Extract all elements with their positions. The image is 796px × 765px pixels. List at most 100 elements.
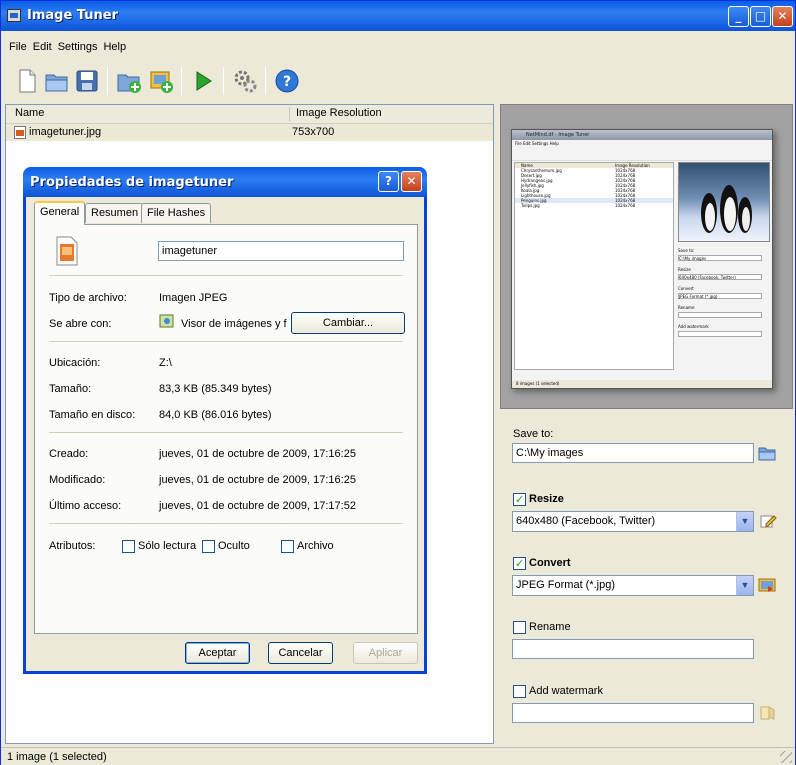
- preview-mini-field: [678, 312, 762, 318]
- chevron-down-icon[interactable]: ▼: [736, 512, 753, 531]
- penguins-thumbnail: [678, 162, 770, 242]
- preview-mini-label: Resize: [678, 267, 691, 272]
- preview-image: NetMind.df - Image Tuner File Edit Setti…: [511, 129, 773, 389]
- archive-label: Archivo: [297, 540, 334, 552]
- rename-field[interactable]: [512, 639, 754, 659]
- image-preview: NetMind.df - Image Tuner File Edit Setti…: [500, 104, 793, 409]
- add-folder-icon[interactable]: [115, 67, 143, 95]
- size-on-disk-value: 84,0 KB (86.016 bytes): [159, 409, 272, 421]
- list-item[interactable]: imagetuner.jpg 753x700: [6, 124, 493, 141]
- open-folder-icon[interactable]: [43, 67, 71, 95]
- preview-mini-label: Convert: [678, 286, 694, 291]
- save-icon[interactable]: [73, 67, 101, 95]
- save-to-label: Save to:: [513, 428, 554, 440]
- toolbar-separator: [265, 67, 266, 95]
- opens-with-value: Visor de imágenes y f: [181, 318, 287, 330]
- toolbar-separator: [181, 67, 182, 95]
- accessed-label: Último acceso:: [49, 500, 122, 512]
- chevron-down-icon[interactable]: ▼: [736, 576, 753, 595]
- new-icon[interactable]: [13, 67, 41, 95]
- dialog-title-bar[interactable]: Propiedades de imagetuner ? ✕: [23, 167, 427, 197]
- preview-mini-list: Name Image Resolution Chrysanthemum.jpg 10…: [514, 162, 674, 370]
- convert-checkbox[interactable]: ✓: [513, 557, 526, 570]
- resize-select[interactable]: 640x480 (Facebook, Twitter) ▼: [512, 511, 754, 532]
- convert-select-value: JPEG Format (*.jpg): [516, 579, 616, 591]
- toolbar-separator: [223, 67, 224, 95]
- dialog-help-button[interactable]: ?: [378, 171, 399, 192]
- resize-label: Resize: [529, 493, 564, 505]
- general-tab-panel: imagetuner Tipo de archivo: Imagen JPEG …: [34, 224, 418, 634]
- tab-resumen[interactable]: Resumen: [85, 203, 145, 223]
- maximize-button[interactable]: □: [750, 6, 771, 27]
- column-name[interactable]: Name: [15, 107, 44, 119]
- properties-dialog: Propiedades de imagetuner ? ✕ General Re…: [23, 167, 427, 674]
- menu-edit[interactable]: Edit: [30, 39, 55, 53]
- close-button[interactable]: ✕: [772, 6, 793, 27]
- ok-button[interactable]: Aceptar: [185, 642, 250, 664]
- jpeg-file-icon: [14, 126, 26, 139]
- preview-mini-title: NetMind.df - Image Tuner: [512, 130, 772, 140]
- save-to-field[interactable]: C:\My images: [512, 443, 754, 463]
- dialog-title: Propiedades de imagetuner: [30, 175, 234, 190]
- readonly-checkbox[interactable]: [122, 540, 135, 553]
- svg-text:?: ?: [283, 74, 291, 90]
- settings-gear-icon[interactable]: [231, 67, 259, 95]
- modified-value: jueves, 01 de octubre de 2009, 17:16:25: [159, 474, 356, 486]
- convert-label: Convert: [529, 557, 571, 569]
- run-icon[interactable]: [189, 67, 217, 95]
- help-icon[interactable]: ?: [273, 67, 301, 95]
- tab-general[interactable]: General: [34, 201, 86, 225]
- app-icon: [7, 9, 21, 22]
- browse-folder-icon[interactable]: [758, 445, 776, 461]
- modified-label: Modificado:: [49, 474, 106, 486]
- list-header: Name Image Resolution: [6, 105, 493, 124]
- format-settings-icon[interactable]: [758, 577, 776, 593]
- watermark-icon[interactable]: [758, 705, 776, 721]
- preview-mini-label: Rename: [678, 305, 695, 310]
- status-bar: 1 image (1 selected): [1, 747, 795, 765]
- image-viewer-icon: [159, 314, 174, 328]
- window-title: Image Tuner: [27, 8, 118, 23]
- preview-mini-label: Save to:: [678, 248, 695, 253]
- status-text: 1 image (1 selected): [7, 751, 107, 763]
- edit-pencil-icon[interactable]: [759, 513, 777, 529]
- opens-with-label: Se abre con:: [49, 318, 112, 330]
- menu-settings[interactable]: Settings: [55, 39, 101, 53]
- resize-grip[interactable]: [780, 751, 792, 763]
- hidden-label: Oculto: [218, 540, 250, 552]
- created-value: jueves, 01 de octubre de 2009, 17:16:25: [159, 448, 356, 460]
- column-image-resolution[interactable]: Image Resolution: [296, 107, 382, 119]
- menu-file[interactable]: File: [1, 39, 30, 53]
- size-label: Tamaño:: [49, 383, 92, 395]
- filename-field[interactable]: imagetuner: [158, 241, 404, 261]
- add-image-icon[interactable]: [147, 67, 175, 95]
- type-value: Imagen JPEG: [159, 292, 228, 304]
- rename-checkbox[interactable]: [513, 621, 526, 634]
- cancel-button[interactable]: Cancelar: [268, 642, 333, 664]
- location-label: Ubicación:: [49, 357, 101, 369]
- created-label: Creado:: [49, 448, 89, 460]
- tab-file-hashes[interactable]: File Hashes: [141, 203, 212, 223]
- menu-help[interactable]: Help: [100, 39, 129, 53]
- minimize-button[interactable]: _: [728, 6, 749, 27]
- change-button[interactable]: Cambiar...: [291, 312, 405, 334]
- dialog-close-button[interactable]: ✕: [401, 171, 422, 192]
- preview-mini-sidebar: Save to: C:\My images Resize 640x480 (Face…: [678, 248, 770, 343]
- add-watermark-label: Add watermark: [529, 685, 603, 697]
- preview-mini-field: [678, 331, 762, 337]
- readonly-label: Sólo lectura: [138, 540, 197, 552]
- watermark-field[interactable]: [512, 703, 754, 723]
- resize-checkbox[interactable]: ✓: [513, 493, 526, 506]
- archive-checkbox[interactable]: [281, 540, 294, 553]
- column-separator[interactable]: [289, 107, 290, 121]
- size-value: 83,3 KB (85.349 bytes): [159, 383, 272, 395]
- add-watermark-checkbox[interactable]: [513, 685, 526, 698]
- apply-button[interactable]: Aplicar: [353, 642, 418, 664]
- menu-bar: File Edit Settings Help: [1, 39, 129, 59]
- rename-label: Rename: [529, 621, 571, 633]
- title-bar[interactable]: Image Tuner _ □ ✕: [1, 1, 795, 31]
- hidden-checkbox[interactable]: [202, 540, 215, 553]
- type-label: Tipo de archivo:: [49, 292, 127, 304]
- preview-mini-field: C:\My images: [678, 255, 762, 261]
- convert-select[interactable]: JPEG Format (*.jpg) ▼: [512, 575, 754, 596]
